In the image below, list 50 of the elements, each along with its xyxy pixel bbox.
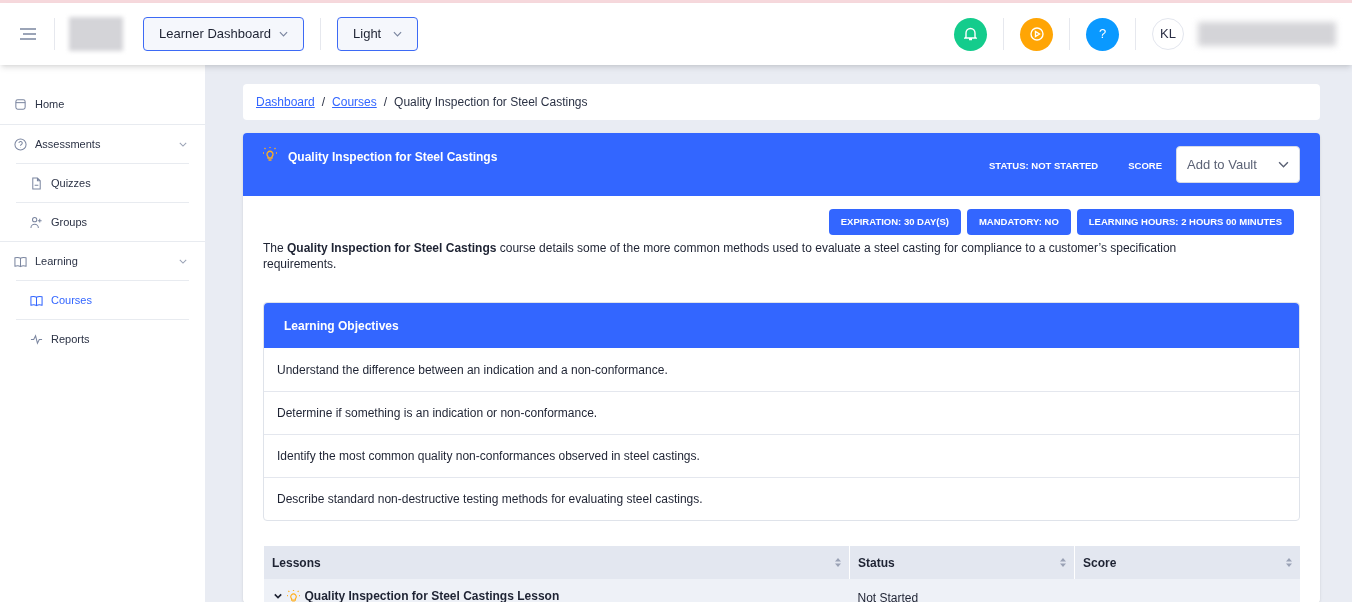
help-icon [14, 137, 27, 151]
notification-button[interactable] [954, 17, 987, 51]
menu-icon[interactable] [19, 27, 37, 41]
objective-item: Describe standard non-destructive testing methods for evaluating steel castings. [264, 477, 1299, 520]
sort-icon [1060, 558, 1066, 567]
sort-icon [835, 558, 841, 567]
objective-item: Understand the difference between an indication and a non-conformance. [276, 361, 669, 379]
info-badge: MANDATORY: NO [966, 209, 1071, 235]
chevron-down-icon [1278, 161, 1289, 168]
objective-item: Identify the most common quality non-conformances observed in steel castings. [264, 434, 1299, 477]
breadcrumb-separator: / [383, 94, 388, 111]
course-score: SCORE [1128, 159, 1162, 173]
info-badge: EXPIRATION: 30 DAY(S) [828, 209, 961, 235]
video-button[interactable] [1020, 17, 1053, 51]
breadcrumb-link[interactable]: Dashboard [256, 93, 315, 111]
course-status: STATUS: NOT STARTED [988, 159, 1099, 173]
info-badge: LEARNING HOURS: 2 HOURS 00 MINUTES [1076, 209, 1294, 235]
chevron-down-icon [279, 31, 289, 37]
lesson-cell[interactable]: Quality Inspection for Steel Castings Lesson [273, 587, 840, 602]
bell-icon [964, 27, 977, 41]
theme-select[interactable]: Light [337, 17, 419, 51]
book-icon [30, 293, 43, 307]
chevron-down-icon [393, 31, 403, 37]
sidebar-item[interactable]: Learning [0, 241, 205, 280]
course-description: The Quality Inspection for Steel Castings course details some of the more common methods used to evaluate a steel casting for compliance to a customer’s specification requirements. [263, 240, 1178, 272]
home-icon [14, 98, 27, 111]
objective-item: Determine if something is an indication or non-conformance. [264, 391, 1299, 434]
sidebar-subitem[interactable]: Reports [16, 319, 189, 358]
objectives-title: Learning Objectives [264, 303, 1299, 348]
breadcrumb-current: Quality Inspection for Steel Castings [394, 94, 588, 111]
user-plus-icon [30, 215, 43, 229]
document-icon [30, 176, 43, 190]
dashboard-select[interactable]: Learner Dashboard [143, 17, 305, 51]
pulse-icon [30, 332, 43, 346]
book-icon [14, 254, 27, 268]
sidebar-subitem[interactable]: Courses [16, 280, 189, 319]
status-cell: Not Started [857, 591, 919, 602]
sidebar-item[interactable]: Home [0, 85, 205, 124]
vault-select[interactable]: Add to Vault [1176, 146, 1300, 183]
sidebar-item[interactable]: Assessments [0, 124, 205, 163]
sidebar-subitem[interactable]: Quizzes [16, 163, 189, 202]
sort-icon [1286, 558, 1292, 567]
breadcrumb-separator: / [321, 94, 326, 111]
breadcrumb-link[interactable]: Courses [332, 93, 377, 111]
logo-placeholder [69, 17, 123, 51]
sidebar-subitem[interactable]: Groups [16, 202, 189, 241]
lightbulb-icon [286, 589, 300, 602]
lightbulb-icon [263, 147, 277, 161]
course-title: Quality Inspection for Steel Castings [288, 149, 498, 166]
play-circle-icon [1029, 27, 1044, 41]
